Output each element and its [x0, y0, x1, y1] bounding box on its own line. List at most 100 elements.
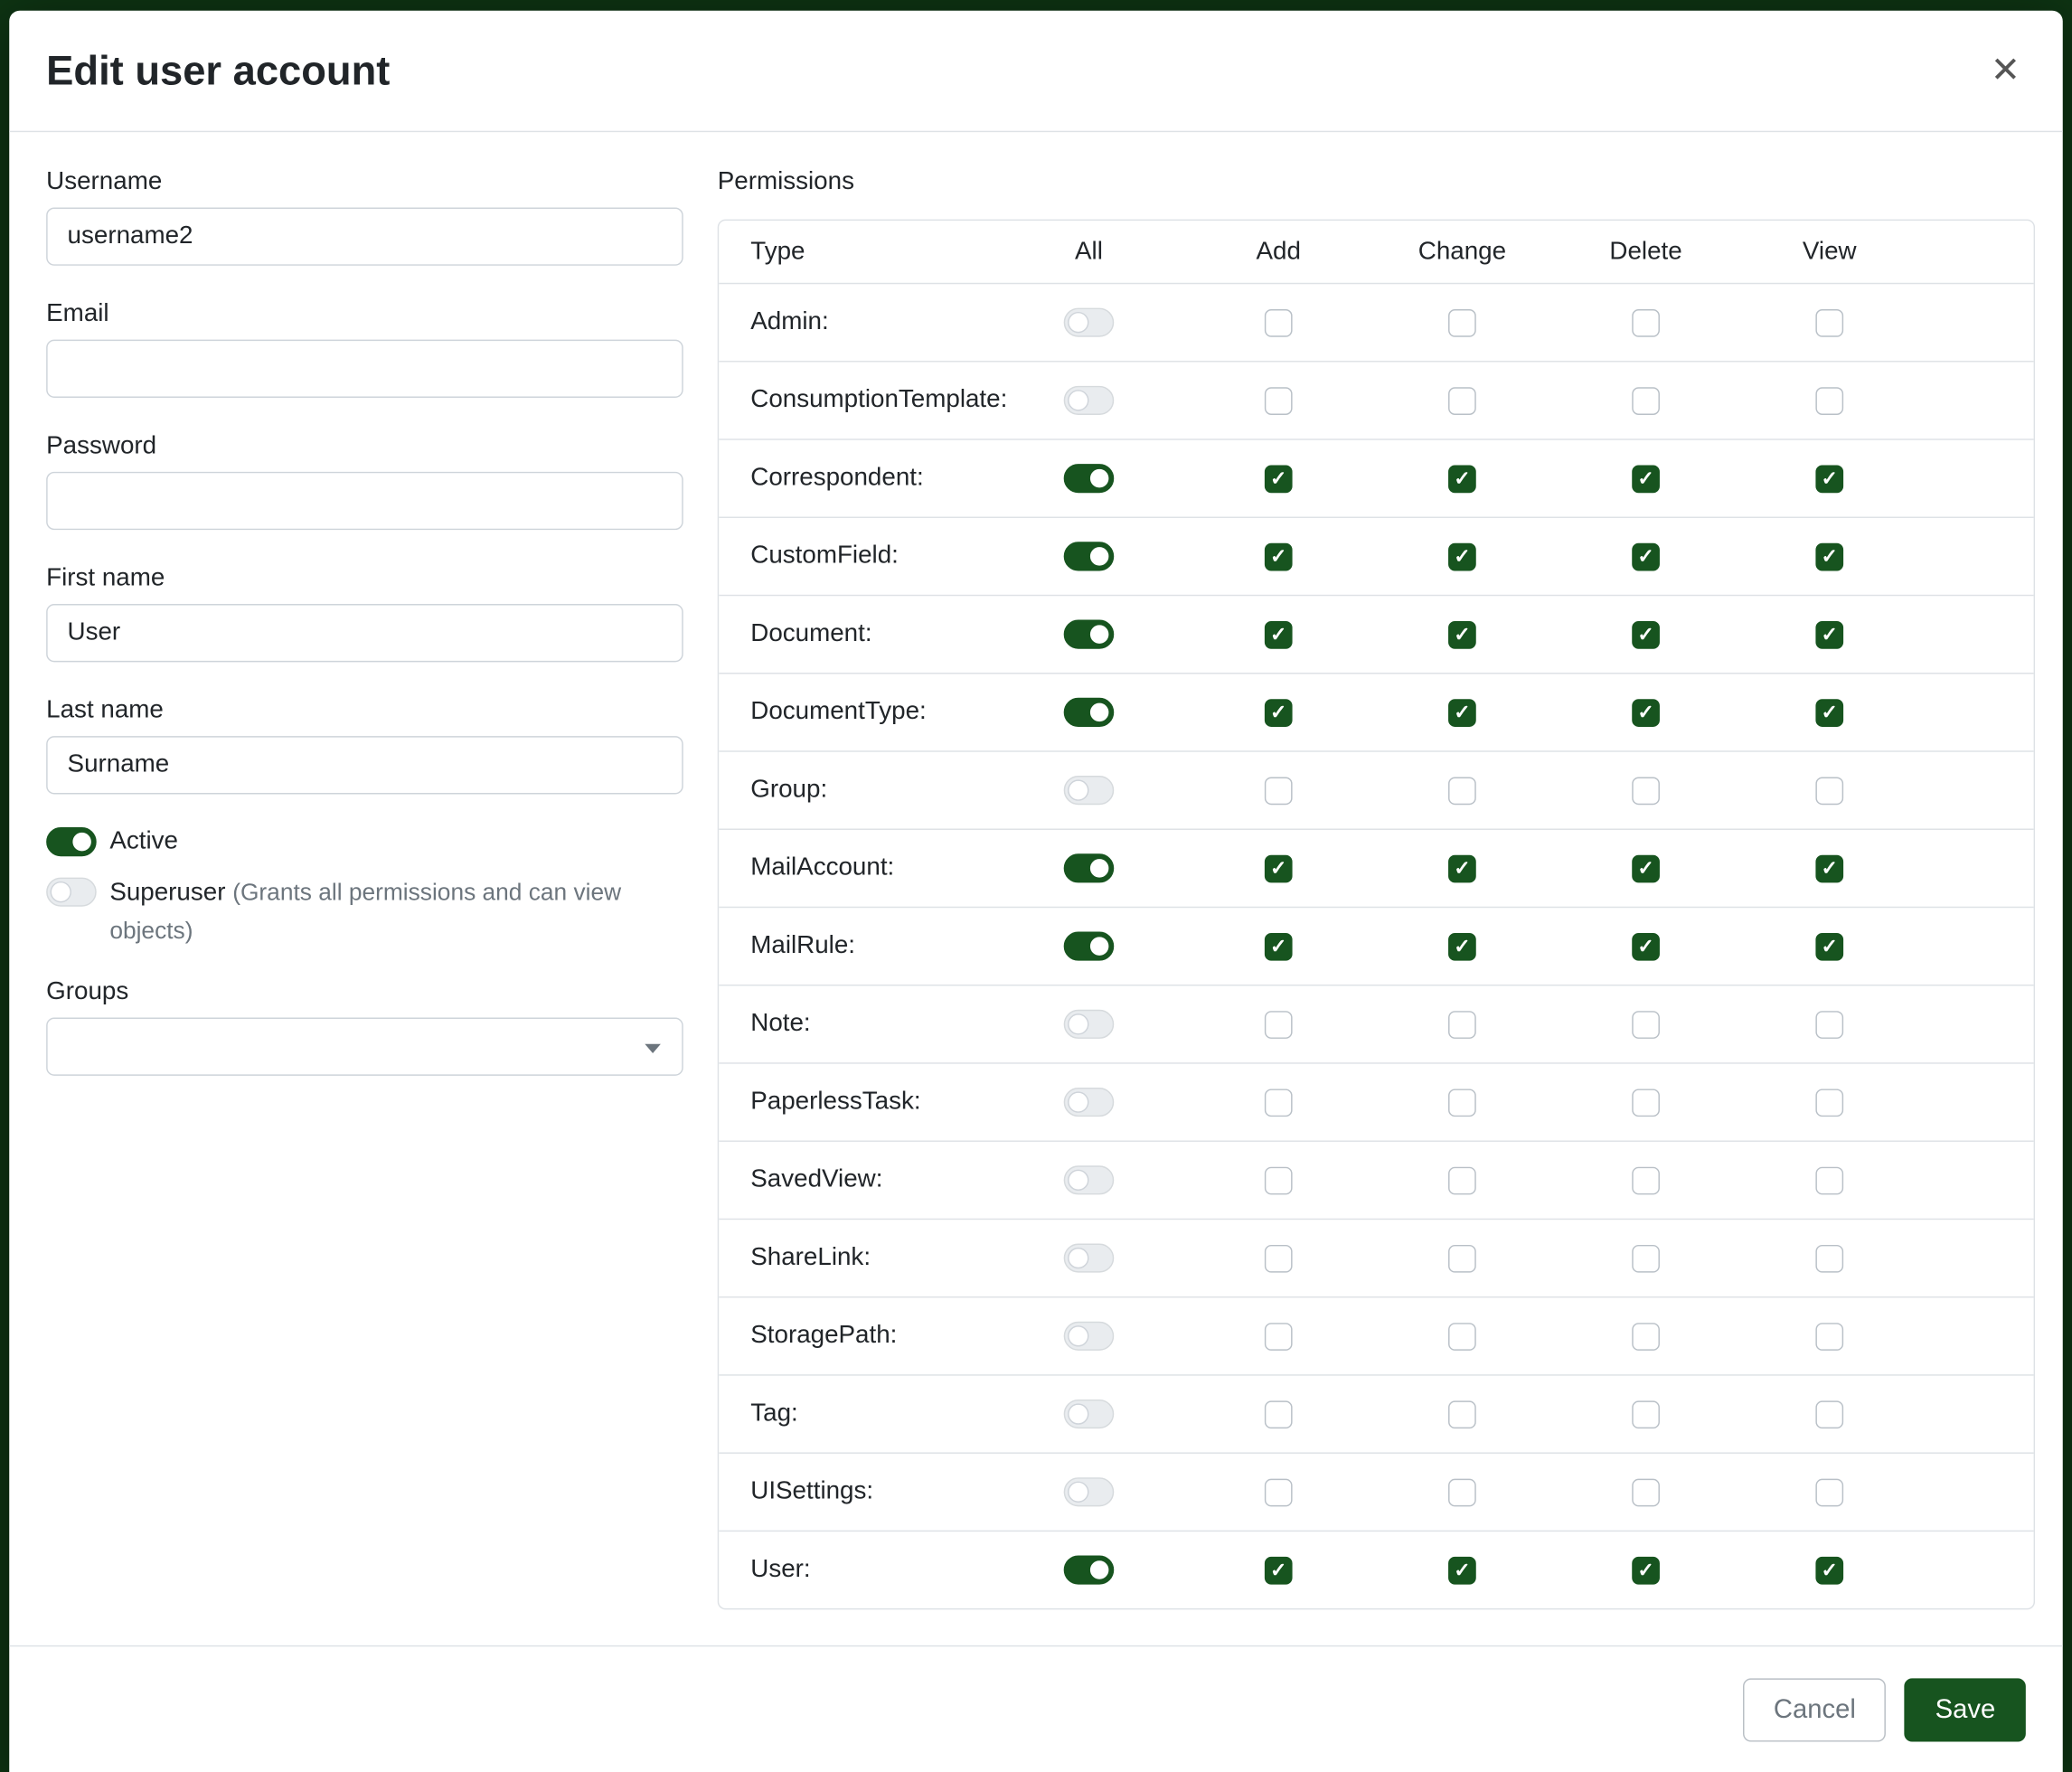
- permission-delete-checkbox[interactable]: [1632, 854, 1660, 882]
- permission-change-checkbox[interactable]: [1448, 387, 1476, 415]
- permission-view-checkbox[interactable]: [1815, 1166, 1843, 1194]
- permission-change-checkbox[interactable]: [1448, 1089, 1476, 1117]
- permission-change-checkbox[interactable]: [1448, 465, 1476, 493]
- permission-all-toggle[interactable]: [1064, 1243, 1115, 1272]
- permission-type-label: PaperlessTask:: [719, 1088, 991, 1117]
- permission-change-checkbox[interactable]: [1448, 1478, 1476, 1506]
- permission-view-checkbox[interactable]: [1815, 777, 1843, 805]
- permission-all-toggle[interactable]: [1064, 1010, 1115, 1039]
- superuser-row: Superuser (Grants all permissions and ca…: [46, 873, 683, 950]
- permission-delete-checkbox[interactable]: [1632, 1010, 1660, 1038]
- permission-add-checkbox[interactable]: [1265, 1010, 1293, 1038]
- permission-all-toggle[interactable]: [1064, 386, 1115, 415]
- permission-all-toggle[interactable]: [1064, 1322, 1115, 1351]
- permission-view-checkbox[interactable]: [1815, 387, 1843, 415]
- permission-delete-checkbox[interactable]: [1632, 387, 1660, 415]
- permission-view-checkbox[interactable]: [1815, 932, 1843, 960]
- permission-change-checkbox[interactable]: [1448, 699, 1476, 727]
- permission-all-toggle[interactable]: [1064, 1165, 1115, 1194]
- permission-all-toggle[interactable]: [1064, 542, 1115, 570]
- permission-add-checkbox[interactable]: [1265, 1166, 1293, 1194]
- permission-change-checkbox[interactable]: [1448, 1400, 1476, 1428]
- superuser-toggle[interactable]: [46, 878, 97, 907]
- permission-row: SavedView:: [719, 1140, 2033, 1218]
- password-input[interactable]: [46, 472, 683, 530]
- permission-change-checkbox[interactable]: [1448, 308, 1476, 336]
- permission-view-checkbox[interactable]: [1815, 542, 1843, 570]
- permission-add-checkbox[interactable]: [1265, 699, 1293, 727]
- permission-view-checkbox[interactable]: [1815, 1400, 1843, 1428]
- permission-view-checkbox[interactable]: [1815, 1010, 1843, 1038]
- cancel-button[interactable]: Cancel: [1743, 1678, 1886, 1741]
- permission-add-checkbox[interactable]: [1265, 1244, 1293, 1272]
- permission-delete-checkbox[interactable]: [1632, 620, 1660, 648]
- permission-all-toggle[interactable]: [1064, 698, 1115, 727]
- permission-view-checkbox[interactable]: [1815, 465, 1843, 493]
- permission-all-toggle[interactable]: [1064, 932, 1115, 961]
- permission-view-checkbox[interactable]: [1815, 1478, 1843, 1506]
- permission-add-checkbox[interactable]: [1265, 620, 1293, 648]
- permission-all-toggle[interactable]: [1064, 1555, 1115, 1584]
- permission-add-checkbox[interactable]: [1265, 932, 1293, 960]
- permission-delete-checkbox[interactable]: [1632, 1478, 1660, 1506]
- permission-delete-checkbox[interactable]: [1632, 1556, 1660, 1584]
- permission-add-checkbox[interactable]: [1265, 465, 1293, 493]
- permission-view-checkbox[interactable]: [1815, 699, 1843, 727]
- permission-change-checkbox[interactable]: [1448, 1010, 1476, 1038]
- active-toggle[interactable]: [46, 827, 97, 856]
- permission-view-checkbox[interactable]: [1815, 1089, 1843, 1117]
- permission-delete-checkbox[interactable]: [1632, 465, 1660, 493]
- permission-change-checkbox[interactable]: [1448, 1166, 1476, 1194]
- permission-view-checkbox[interactable]: [1815, 1244, 1843, 1272]
- permission-add-checkbox[interactable]: [1265, 308, 1293, 336]
- email-input[interactable]: [46, 340, 683, 398]
- permission-change-checkbox[interactable]: [1448, 854, 1476, 882]
- permission-delete-checkbox[interactable]: [1632, 1244, 1660, 1272]
- permissions-heading: Permissions: [718, 166, 2035, 198]
- permission-view-checkbox[interactable]: [1815, 1322, 1843, 1350]
- permission-add-checkbox[interactable]: [1265, 777, 1293, 805]
- permission-change-checkbox[interactable]: [1448, 620, 1476, 648]
- permission-view-checkbox[interactable]: [1815, 854, 1843, 882]
- permission-add-checkbox[interactable]: [1265, 1478, 1293, 1506]
- permission-delete-checkbox[interactable]: [1632, 542, 1660, 570]
- permission-add-checkbox[interactable]: [1265, 542, 1293, 570]
- permission-change-checkbox[interactable]: [1448, 932, 1476, 960]
- permission-delete-checkbox[interactable]: [1632, 1089, 1660, 1117]
- permission-all-toggle[interactable]: [1064, 1477, 1115, 1506]
- close-icon[interactable]: ✕: [1985, 48, 2026, 94]
- permission-all-toggle[interactable]: [1064, 776, 1115, 805]
- permission-all-toggle[interactable]: [1064, 308, 1115, 337]
- groups-select[interactable]: [46, 1018, 683, 1076]
- permission-delete-checkbox[interactable]: [1632, 699, 1660, 727]
- permission-change-checkbox[interactable]: [1448, 1556, 1476, 1584]
- permission-all-toggle[interactable]: [1064, 1400, 1115, 1428]
- permission-delete-checkbox[interactable]: [1632, 932, 1660, 960]
- permission-delete-checkbox[interactable]: [1632, 1166, 1660, 1194]
- permission-delete-checkbox[interactable]: [1632, 308, 1660, 336]
- permission-view-checkbox[interactable]: [1815, 620, 1843, 648]
- permission-add-checkbox[interactable]: [1265, 1089, 1293, 1117]
- permission-view-checkbox[interactable]: [1815, 1556, 1843, 1584]
- permission-add-checkbox[interactable]: [1265, 387, 1293, 415]
- permission-change-checkbox[interactable]: [1448, 1244, 1476, 1272]
- permission-add-checkbox[interactable]: [1265, 854, 1293, 882]
- permission-add-checkbox[interactable]: [1265, 1400, 1293, 1428]
- permission-change-checkbox[interactable]: [1448, 777, 1476, 805]
- permission-all-toggle[interactable]: [1064, 853, 1115, 882]
- permission-add-checkbox[interactable]: [1265, 1556, 1293, 1584]
- username-input[interactable]: [46, 207, 683, 265]
- permission-delete-checkbox[interactable]: [1632, 1322, 1660, 1350]
- permission-delete-checkbox[interactable]: [1632, 1400, 1660, 1428]
- last-name-input[interactable]: [46, 736, 683, 794]
- permission-change-checkbox[interactable]: [1448, 542, 1476, 570]
- permission-all-toggle[interactable]: [1064, 620, 1115, 649]
- save-button[interactable]: Save: [1905, 1678, 2026, 1741]
- permission-add-checkbox[interactable]: [1265, 1322, 1293, 1350]
- permission-delete-checkbox[interactable]: [1632, 777, 1660, 805]
- permission-view-checkbox[interactable]: [1815, 308, 1843, 336]
- permission-change-checkbox[interactable]: [1448, 1322, 1476, 1350]
- permission-all-toggle[interactable]: [1064, 464, 1115, 493]
- first-name-input[interactable]: [46, 604, 683, 662]
- permission-all-toggle[interactable]: [1064, 1088, 1115, 1117]
